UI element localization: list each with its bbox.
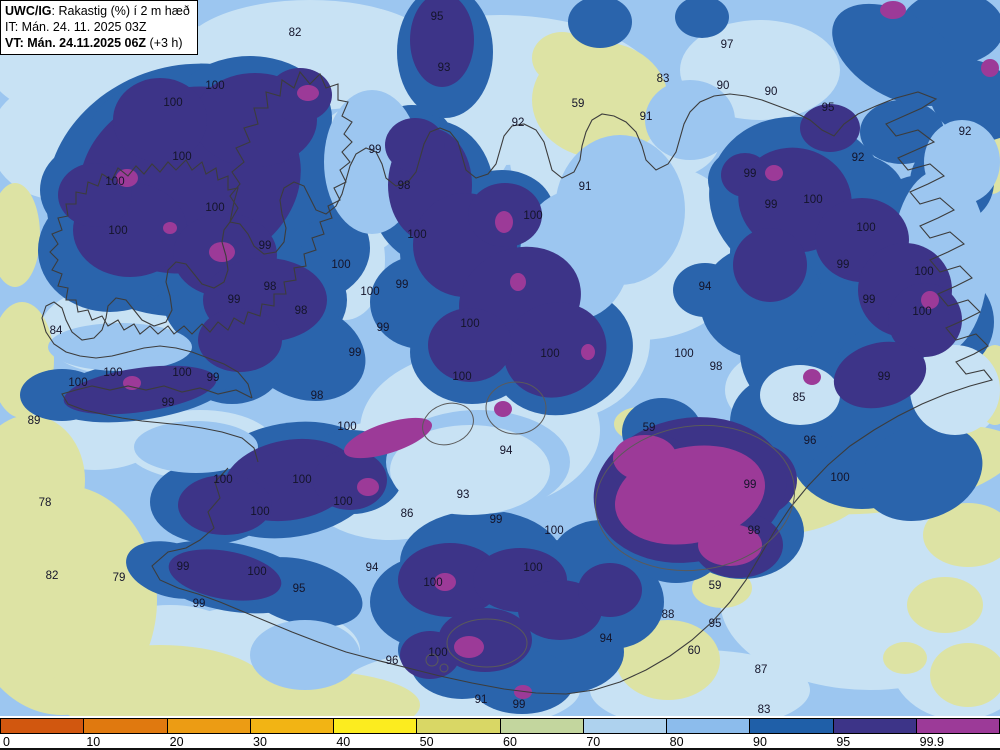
colorbar-tick-label: 50 [419,735,434,749]
colorbar-tick-label: 95 [836,735,851,749]
humidity-map: 95 82 93 97 83 90 90 59 91 95 92 92 92 99 91 98 99 99 100 1… [0,0,1000,716]
colorbar-tick-label: 70 [586,735,601,749]
colorbar-segment [667,719,751,733]
colorbar-segment [833,719,917,733]
map-canvas [0,0,1000,716]
colorbar-tick-label: 99.9 [919,735,944,749]
colorbar-segment [916,719,999,733]
colorbar-tick-label: 90 [753,735,767,749]
colorbar-segments [0,718,1000,734]
colorbar-segment [334,719,418,733]
title-line-2: IT: Mán. 24. 11. 2025 03Z [5,20,147,34]
colorbar-tick-label: 20 [169,735,184,749]
colorbar-tick-label: 40 [336,735,351,749]
title-line-1: UWC/IG: Rakastig (%) í 2 m hæð [5,4,190,18]
colorbar-segment [1,719,85,733]
colorbar-segment [750,719,834,733]
colorbar-tick-label: 80 [669,735,684,749]
colorbar-tick-label: 30 [253,735,267,749]
colorbar-segment [500,719,584,733]
colorbar-tick-label: 0 [3,735,10,749]
colorbar-segment [250,719,334,733]
title-box: UWC/IG: Rakastig (%) í 2 m hæð IT: Mán. … [0,0,198,55]
model-name: UWC/IG [5,4,52,18]
valid-time: VT: Mán. 24.11.2025 06Z [5,36,147,50]
colorbar: 0 10 20 30 40 50 60 70 80 90 95 99.9 [0,716,1000,750]
colorbar-segment [84,719,168,733]
colorbar-segment [583,719,667,733]
colorbar-tick-label: 60 [503,735,517,749]
weather-map-screen: 95 82 93 97 83 90 90 59 91 95 92 92 92 99 91 98 99 99 100 1… [0,0,1000,750]
colorbar-segment [417,719,501,733]
colorbar-segment [167,719,251,733]
colorbar-tick-labels: 0 10 20 30 40 50 60 70 80 90 95 99.9 [0,734,1000,750]
title-line-3: VT: Mán. 24.11.2025 06Z (+3 h) [5,36,183,50]
colorbar-tick-label: 10 [86,735,101,749]
